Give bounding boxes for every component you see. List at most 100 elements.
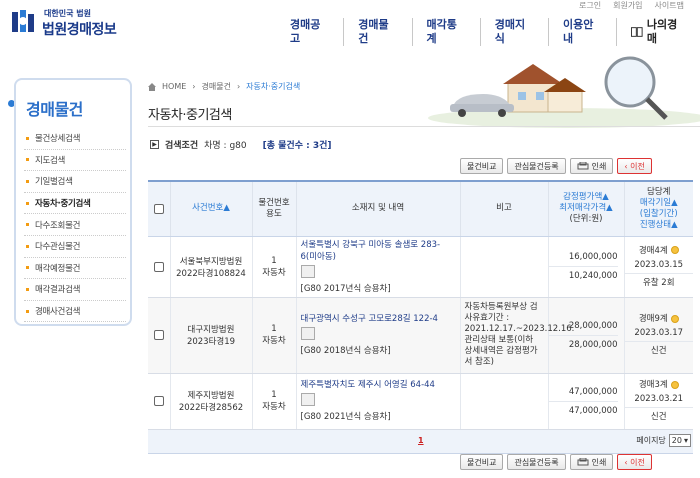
gnb-items[interactable]: 경매물건 [344, 18, 413, 46]
gnb-my[interactable]: 나의경매 [617, 18, 700, 46]
dept-name: 경매9계 [638, 314, 668, 324]
item-use: 자동차 [262, 267, 286, 278]
header-case-no[interactable]: 사건번호▲ [169, 180, 252, 237]
vehicle-spec: [G80 2017년식 승용차] [300, 283, 391, 294]
case-number[interactable]: 2022타경108824 [176, 269, 246, 279]
sidebar-item-label: 기일별검색 [35, 177, 73, 188]
bullet-icon [26, 287, 29, 291]
row-checkbox[interactable] [153, 330, 164, 340]
back-button[interactable]: ‹ 이전 [617, 454, 652, 470]
header-stage[interactable]: 담당계 매각기일▲ (입찰기간) 진행상태▲ [623, 180, 693, 237]
header-select-all[interactable] [148, 180, 170, 237]
login-link[interactable]: 로그인 [577, 0, 603, 11]
breadcrumb-items[interactable]: 경매물건 [201, 81, 230, 92]
sidebar: 경매물건 물건상세검색 지도검색 기일별검색 자동차·중기검색 다수조회물건 다… [14, 78, 132, 326]
gnb-guide[interactable]: 이용안내 [549, 18, 618, 46]
breadcrumb-home[interactable]: HOME [162, 82, 186, 91]
per-page-select[interactable]: 20 ▾ [668, 433, 691, 447]
gnb-knowledge[interactable]: 경매지식 [481, 18, 549, 46]
remark-cell: 자동차등록원부상 검사유효기간 : 2021.12.17.~2023.12.16… [459, 297, 574, 374]
bullet-icon [26, 201, 29, 205]
sidebar-item-scheduled[interactable]: 매각예정물건 [24, 258, 126, 280]
header-appraisal-label[interactable]: 감정평가액▲ [563, 192, 609, 202]
car-map-icon[interactable] [300, 327, 315, 340]
sidebar-item-label: 지도검색 [35, 155, 66, 166]
back-label: 이전 [630, 161, 645, 171]
header-date-label[interactable]: 매각기일▲ [640, 198, 678, 208]
sidebar-item-most-viewed[interactable]: 다수조회물건 [24, 214, 126, 236]
bullet-icon [26, 179, 29, 183]
case-number[interactable]: 2022타경28562 [179, 403, 243, 413]
chevron-down-icon: ▾ [683, 435, 688, 445]
table-row[interactable]: 제주지방법원 2022타경28562 1 자동차 제주특별자치도 제주시 어영길 6… [148, 373, 693, 430]
sidebar-item-label: 매각예정물건 [35, 263, 81, 274]
sidebar-item-results[interactable]: 매각결과검색 [24, 279, 126, 301]
print-button[interactable]: 인쇄 [569, 454, 614, 470]
compare-button[interactable]: 물건비교 [460, 158, 504, 174]
coin-icon [670, 314, 679, 323]
search-condition-label: 검색조건 [165, 141, 199, 151]
bottom-button-bar: 물건비교 관심물건등록 인쇄 ‹ 이전 [460, 454, 652, 470]
row-checkbox[interactable] [153, 396, 164, 406]
dept-name: 경매3계 [638, 380, 668, 390]
join-link[interactable]: 회원가입 [611, 0, 644, 11]
header-minimum-label[interactable]: 최저매각가격▲ [559, 203, 612, 213]
coin-icon [670, 246, 679, 254]
compare-button[interactable]: 물건비교 [460, 454, 504, 470]
table-row[interactable]: 대구지방법원 2023타경19 1 자동차 대구광역시 수성구 고모로28길 122… [148, 297, 693, 374]
header-location-label: 소재지 및 내역 [351, 203, 405, 214]
sidebar-item-vehicle-search[interactable]: 자동차·중기검색 [24, 193, 126, 215]
back-button[interactable]: ‹ 이전 [617, 158, 652, 174]
appraisal-price: 47,000,000 [548, 383, 618, 402]
location-link[interactable]: 제주특별자치도 제주시 어영길 64-44 [301, 379, 456, 391]
row-checkbox[interactable] [153, 261, 164, 272]
court-name: 제주지방법원 [187, 391, 235, 401]
header: 로그인 회원가입 사이트맵 대한민국 법원 법원경매정보 경매공고 경매물건 매… [0, 0, 700, 56]
sidebar-item-map-search[interactable]: 지도검색 [24, 150, 126, 172]
sidebar-item-most-interest[interactable]: 다수관심물건 [24, 236, 126, 258]
sidebar-item-label: 다수관심물건 [35, 242, 81, 253]
car-map-icon[interactable] [300, 264, 315, 278]
book-icon [631, 27, 643, 37]
add-interest-button[interactable]: 관심물건등록 [507, 158, 566, 174]
per-page-control: 페이지당 20 ▾ [636, 433, 691, 447]
header-price[interactable]: 감정평가액▲ 최저매각가격▲ (단위:원) [547, 180, 624, 237]
bullet-icon [26, 223, 29, 227]
gnb-stats[interactable]: 매각통계 [413, 18, 481, 46]
back-label: 이전 [630, 457, 645, 467]
sidebar-item-date-search[interactable]: 기일별검색 [24, 171, 126, 193]
search-condition: ▶ 검색조건 차명 : g80 [총 물건수 : 3건] [150, 138, 332, 151]
case-number[interactable]: 2023타경19 [187, 337, 235, 347]
bullet-icon [26, 136, 29, 140]
page-number-current[interactable]: 1 [418, 436, 424, 445]
location-link[interactable]: 서울특별시 강북구 미아동 솔샘로 283-6(미아동) [301, 239, 456, 263]
printer-icon [577, 458, 589, 466]
appraisal-price: 16,000,000 [548, 248, 618, 267]
table-row[interactable]: 서울북부지방법원 2022타경108824 1 자동차 서울특별시 강북구 미아동 … [148, 236, 693, 298]
sale-status: 유찰 2회 [624, 272, 693, 290]
global-nav: 경매공고 경매물건 매각통계 경매지식 이용안내 나의경매 [276, 18, 700, 46]
vehicle-spec: [G80 2018년식 승용차] [300, 346, 391, 356]
sidebar-item-detail-search[interactable]: 물건상세검색 [24, 128, 126, 150]
select-all-checkbox[interactable] [153, 203, 164, 214]
location-link[interactable]: 대구광역시 수성구 고모로28길 122-4 [301, 313, 456, 325]
home-icon [148, 82, 156, 91]
gnb-notice[interactable]: 경매공고 [276, 18, 345, 46]
header-status-label[interactable]: 진행상태▲ [640, 220, 678, 230]
car-map-icon[interactable] [300, 393, 315, 406]
printer-icon [577, 162, 589, 170]
court-name: 대구지방법원 [187, 325, 235, 335]
utility-links: 로그인 회원가입 사이트맵 [577, 0, 686, 11]
bullet-icon [26, 309, 29, 313]
bullet-icon [26, 266, 29, 270]
header-dept-label: 담당계 [647, 186, 671, 197]
sidebar-item-case-search[interactable]: 경매사건검색 [24, 301, 126, 323]
breadcrumb-current: 자동차·중기검색 [246, 82, 301, 91]
item-use: 자동차 [262, 336, 286, 346]
minimum-price: 10,240,000 [568, 271, 618, 281]
print-button[interactable]: 인쇄 [569, 158, 614, 174]
sitemap-link[interactable]: 사이트맵 [653, 0, 686, 11]
sidebar-item-label: 자동차·중기검색 [35, 199, 91, 210]
add-interest-button[interactable]: 관심물건등록 [507, 454, 566, 470]
site-logo[interactable]: 대한민국 법원 법원경매정보 [8, 6, 138, 40]
